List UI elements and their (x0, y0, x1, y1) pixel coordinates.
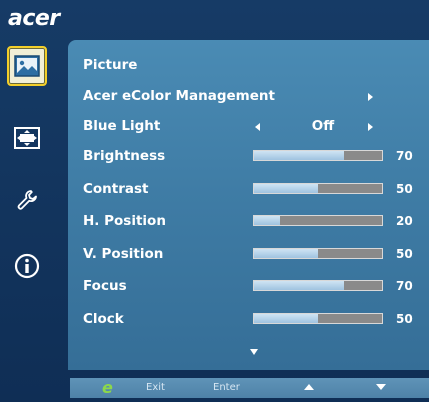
clock-value: 50 (396, 312, 413, 326)
osd-footer: e Exit Enter (70, 378, 429, 398)
slider-fill (254, 151, 344, 160)
picture-icon (14, 55, 40, 77)
setting-label: Focus (83, 278, 127, 294)
setting-label: Brightness (83, 148, 166, 164)
submenu-arrow-icon (368, 93, 373, 101)
menu-item-acer-ecolor-management[interactable]: Acer eColor Management (83, 84, 423, 108)
blue-light-label: Blue Light (83, 118, 161, 134)
brightness-slider[interactable] (253, 150, 383, 161)
picture-section-title: Picture (83, 53, 423, 77)
acer-e-key-icon[interactable]: e (102, 380, 113, 396)
acer-logo: acer (8, 6, 60, 31)
clock-slider[interactable] (253, 313, 383, 324)
sidebar-item-picture[interactable] (7, 46, 47, 86)
focus-value: 70 (396, 279, 413, 293)
section-title: Picture (83, 57, 138, 73)
menu-item-contrast[interactable]: Contrast 50 (83, 177, 423, 201)
setting-label: H. Position (83, 213, 166, 229)
brightness-value: 70 (396, 149, 413, 163)
slider-fill (254, 216, 280, 225)
sidebar (0, 38, 56, 372)
sidebar-item-position[interactable] (7, 118, 47, 158)
focus-slider[interactable] (253, 280, 383, 291)
blue-light-value: Off (311, 118, 335, 134)
setting-label: Contrast (83, 181, 149, 197)
up-arrow-icon[interactable] (304, 384, 314, 390)
wrench-icon (17, 190, 37, 210)
sidebar-item-information[interactable] (7, 246, 47, 286)
slider-fill (254, 249, 318, 258)
contrast-slider[interactable] (253, 183, 383, 194)
h-position-value: 20 (396, 214, 413, 228)
scroll-down-icon (250, 349, 258, 355)
sidebar-item-settings[interactable] (7, 180, 47, 220)
position-icon (14, 127, 40, 149)
menu-item-brightness[interactable]: Brightness 70 (83, 144, 423, 168)
slider-fill (254, 184, 318, 193)
v-position-slider[interactable] (253, 248, 383, 259)
setting-label: V. Position (83, 246, 164, 262)
h-position-slider[interactable] (253, 215, 383, 226)
menu-item-focus[interactable]: Focus 70 (83, 274, 423, 298)
info-icon (14, 253, 40, 279)
enter-label[interactable]: Enter (213, 381, 240, 395)
ecolor-label: Acer eColor Management (83, 88, 275, 104)
down-arrow-icon[interactable] (376, 384, 386, 390)
menu-item-h-position[interactable]: H. Position 20 (83, 209, 423, 233)
menu-item-blue-light[interactable]: Blue Light Off (83, 114, 423, 138)
next-option-icon[interactable] (368, 123, 373, 131)
contrast-value: 50 (396, 182, 413, 196)
previous-option-icon[interactable] (255, 123, 260, 131)
slider-fill (254, 281, 344, 290)
slider-fill (254, 314, 318, 323)
exit-label[interactable]: Exit (146, 381, 165, 395)
menu-item-v-position[interactable]: V. Position 50 (83, 242, 423, 266)
menu-item-clock[interactable]: Clock 50 (83, 307, 423, 331)
setting-label: Clock (83, 311, 124, 327)
v-position-value: 50 (396, 247, 413, 261)
